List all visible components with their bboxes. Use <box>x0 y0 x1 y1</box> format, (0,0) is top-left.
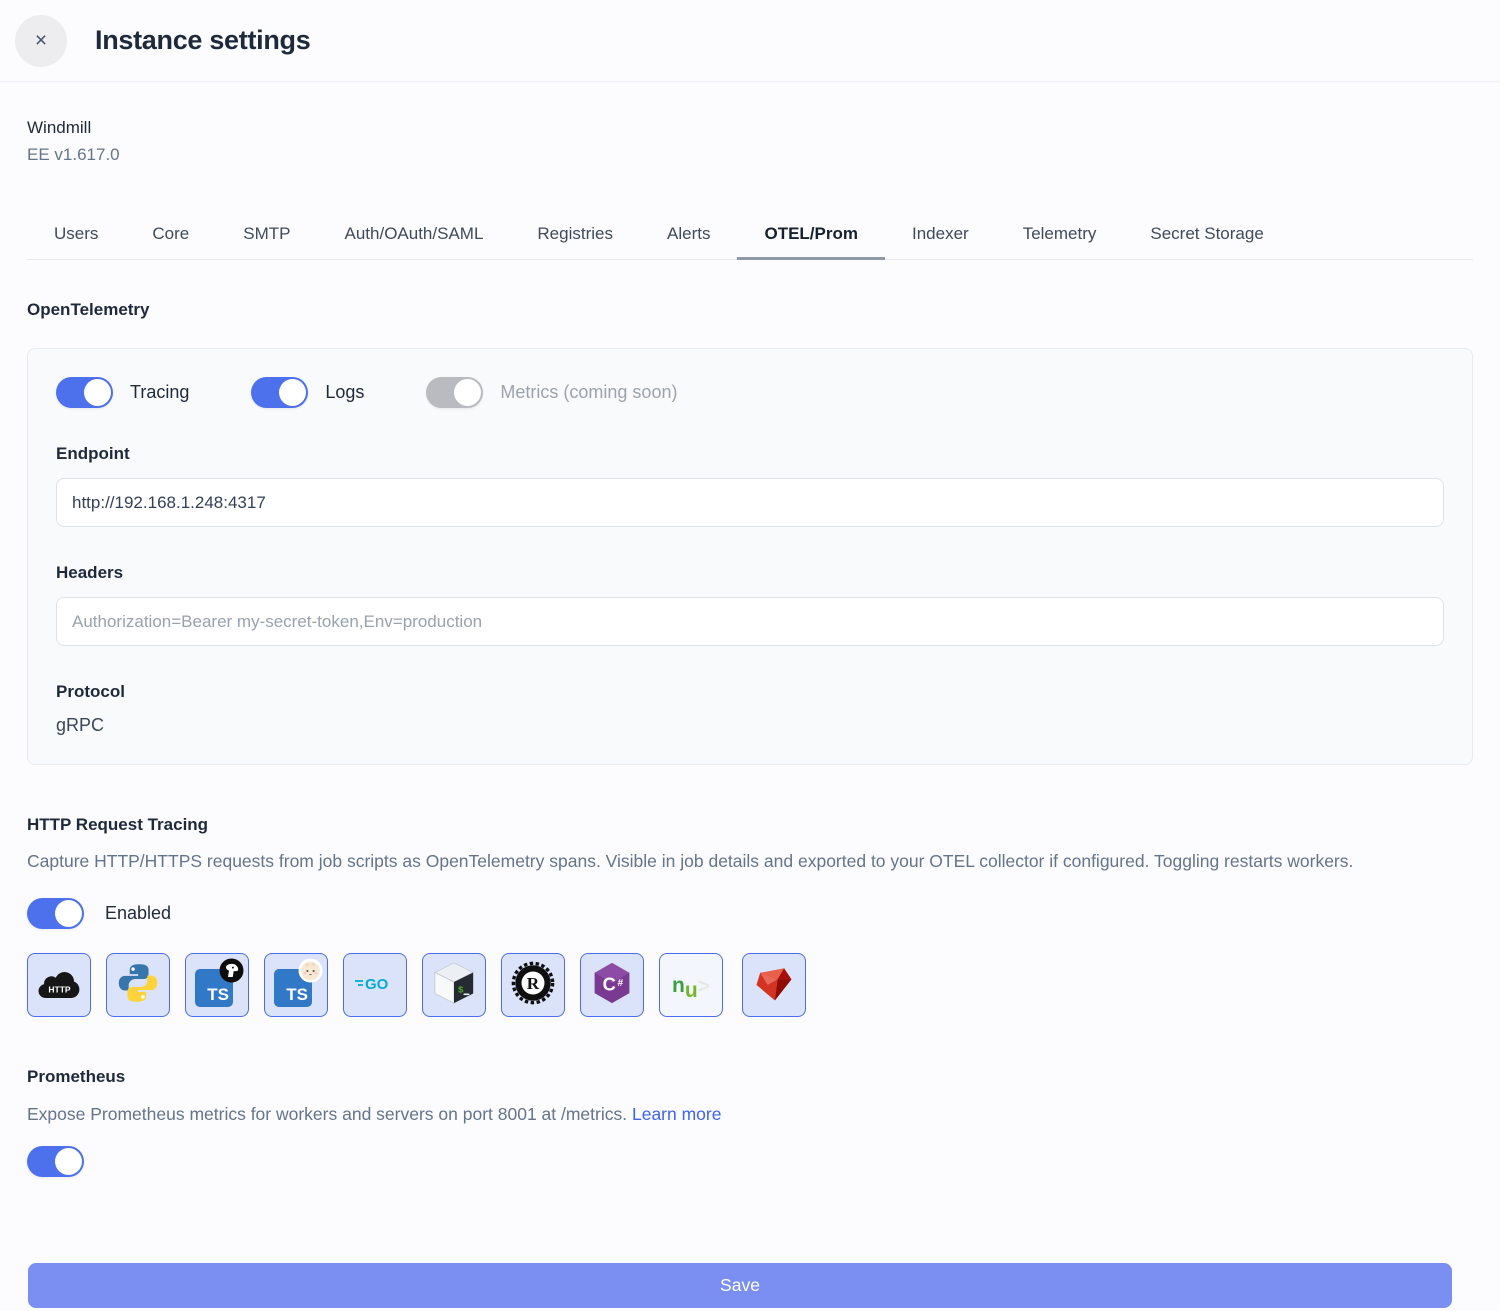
tab-otel-prom[interactable]: OTEL/Prom <box>737 211 885 260</box>
protocol-value: gRPC <box>56 715 1444 736</box>
settings-tab-bar: Users Core SMTP Auth/OAuth/SAML Registri… <box>27 211 1473 260</box>
metrics-toggle-item: Metrics (coming soon) <box>426 377 677 408</box>
go-icon: GO <box>354 972 396 999</box>
prometheus-heading: Prometheus <box>27 1067 1473 1087</box>
http-request-tracing-description: Capture HTTP/HTTPS requests from job scr… <box>27 848 1447 875</box>
http-tracing-toggle-label: Enabled <box>105 903 171 924</box>
lang-ruby-button[interactable] <box>742 953 806 1017</box>
lang-rust-button[interactable]: R <box>501 953 565 1017</box>
tab-alerts[interactable]: Alerts <box>640 211 737 259</box>
svg-text:GO: GO <box>365 976 389 993</box>
opentelemetry-card: Tracing Logs Metrics (coming soon) Endpo… <box>27 348 1473 765</box>
lang-typescript-bun-button[interactable]: TS <box>264 953 328 1017</box>
modal-header: × Instance settings <box>0 0 1500 82</box>
tab-auth-oauth-saml[interactable]: Auth/OAuth/SAML <box>318 211 511 259</box>
typescript-bun-icon: TS <box>272 961 320 1009</box>
tab-core[interactable]: Core <box>125 211 216 259</box>
headers-label: Headers <box>56 563 1444 583</box>
python-icon <box>116 961 160 1010</box>
lang-python-button[interactable] <box>106 953 170 1017</box>
typescript-deno-icon: TS <box>193 961 241 1009</box>
otel-toggle-row: Tracing Logs Metrics (coming soon) <box>56 377 1444 408</box>
language-selector-row: HTTP TS <box>27 953 1473 1017</box>
lang-bash-button[interactable]: $ <box>422 953 486 1017</box>
prometheus-description-text: Expose Prometheus metrics for workers an… <box>27 1104 627 1124</box>
protocol-label: Protocol <box>56 682 1444 702</box>
rust-icon: R <box>510 960 556 1011</box>
save-button[interactable]: Save <box>28 1263 1452 1308</box>
modal-body: Windmill EE v1.617.0 Users Core SMTP Aut… <box>0 118 1500 1308</box>
lang-typescript-deno-button[interactable]: TS <box>185 953 249 1017</box>
app-version: EE v1.617.0 <box>27 145 1473 165</box>
svg-text:C: C <box>603 973 616 994</box>
svg-text:$: $ <box>458 984 464 995</box>
lang-go-button[interactable]: GO <box>343 953 407 1017</box>
metrics-toggle-label: Metrics (coming soon) <box>500 382 677 403</box>
deno-badge-icon <box>219 958 244 983</box>
tab-users[interactable]: Users <box>27 211 125 259</box>
svg-text:R: R <box>527 974 540 993</box>
bash-icon: $ <box>431 960 477 1011</box>
page-title: Instance settings <box>95 25 310 56</box>
tab-secret-storage[interactable]: Secret Storage <box>1123 211 1290 259</box>
endpoint-label: Endpoint <box>56 444 1444 464</box>
learn-more-link[interactable]: Learn more <box>632 1104 722 1124</box>
tracing-toggle-item: Tracing <box>56 377 189 408</box>
tracing-toggle-label: Tracing <box>130 382 189 403</box>
http-icon: HTTP <box>33 965 85 1006</box>
bun-badge-icon <box>298 958 323 983</box>
endpoint-input[interactable] <box>56 478 1444 527</box>
headers-input[interactable] <box>56 597 1444 646</box>
svg-text:#: # <box>617 977 623 988</box>
prometheus-toggle[interactable] <box>27 1146 84 1177</box>
lang-csharp-button[interactable]: C # <box>580 953 644 1017</box>
tab-indexer[interactable]: Indexer <box>885 211 996 259</box>
csharp-icon: C # <box>590 961 634 1010</box>
logs-toggle-label: Logs <box>325 382 364 403</box>
app-name: Windmill <box>27 118 1473 138</box>
prometheus-description: Expose Prometheus metrics for workers an… <box>27 1104 1473 1125</box>
metrics-toggle <box>426 377 483 408</box>
tab-registries[interactable]: Registries <box>510 211 640 259</box>
close-button[interactable]: × <box>15 15 67 67</box>
lang-nushell-button[interactable]: nu> <box>659 953 723 1017</box>
logs-toggle[interactable] <box>251 377 308 408</box>
save-button-label: Save <box>720 1275 760 1296</box>
opentelemetry-heading: OpenTelemetry <box>27 300 1473 320</box>
ruby-icon <box>752 961 796 1010</box>
http-tracing-toggle[interactable] <box>27 898 84 929</box>
http-tracing-enable-row: Enabled <box>27 898 1473 929</box>
svg-text:HTTP: HTTP <box>48 984 71 994</box>
lang-http-button[interactable]: HTTP <box>27 953 91 1017</box>
close-icon: × <box>35 29 47 53</box>
tracing-toggle[interactable] <box>56 377 113 408</box>
tab-telemetry[interactable]: Telemetry <box>996 211 1124 259</box>
http-request-tracing-heading: HTTP Request Tracing <box>27 815 1473 835</box>
logs-toggle-item: Logs <box>251 377 364 408</box>
nushell-icon: nu> <box>672 975 710 996</box>
tab-smtp[interactable]: SMTP <box>216 211 317 259</box>
